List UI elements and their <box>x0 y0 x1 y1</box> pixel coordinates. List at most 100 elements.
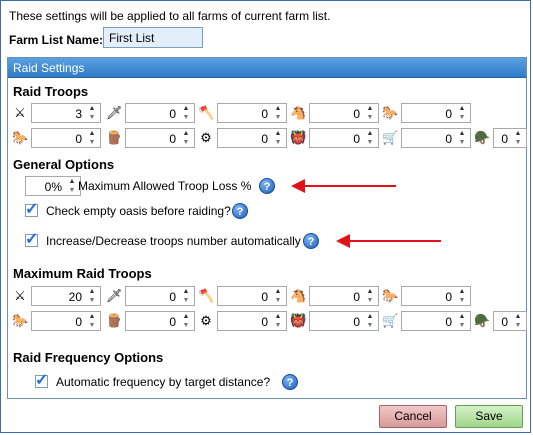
troop-count-stepper[interactable]: 0 ▲ ▼ <box>309 128 379 148</box>
troop-count-stepper[interactable]: 20 ▲ ▼ <box>31 286 101 306</box>
spin-up-icon[interactable]: ▲ <box>180 313 192 321</box>
spin-down-icon[interactable]: ▼ <box>180 297 192 305</box>
troop-count-spin[interactable]: ▲ ▼ <box>512 313 524 330</box>
spin-down-icon[interactable]: ▼ <box>272 139 284 147</box>
spin-up-icon[interactable]: ▲ <box>272 105 284 113</box>
troop-count-stepper[interactable]: 0 ▲ ▼ <box>125 311 195 331</box>
troop-count-spin[interactable]: ▲ ▼ <box>86 130 98 147</box>
troop-count-stepper[interactable]: 3 ▲ ▼ <box>31 103 101 123</box>
spin-down-icon[interactable]: ▼ <box>456 322 468 330</box>
spin-up-icon[interactable]: ▲ <box>512 130 524 138</box>
save-button[interactable]: Save <box>455 405 523 428</box>
troop-count-stepper[interactable]: 0 ▲ ▼ <box>217 103 287 123</box>
spin-down-icon[interactable]: ▼ <box>86 114 98 122</box>
troop-count-stepper[interactable]: 0 ▲ ▼ <box>401 286 471 306</box>
spin-up-icon[interactable]: ▲ <box>180 288 192 296</box>
spin-down-icon[interactable]: ▼ <box>66 187 78 195</box>
spin-up-icon[interactable]: ▲ <box>456 313 468 321</box>
troop-count-spin[interactable]: ▲ ▼ <box>272 313 284 330</box>
spin-up-icon[interactable]: ▲ <box>66 178 78 186</box>
spin-up-icon[interactable]: ▲ <box>272 288 284 296</box>
spin-up-icon[interactable]: ▲ <box>272 130 284 138</box>
troop-count-stepper[interactable]: 0 ▲ ▼ <box>125 128 195 148</box>
troop-count-spin[interactable]: ▲ ▼ <box>364 130 376 147</box>
spin-down-icon[interactable]: ▼ <box>364 297 376 305</box>
troop-count-stepper[interactable]: 0 ▲ ▼ <box>217 128 287 148</box>
troop-count-stepper[interactable]: 0 ▲ ▼ <box>125 103 195 123</box>
auto-troops-checkbox[interactable]: ✓ <box>25 231 38 248</box>
troop-count-spin[interactable]: ▲ ▼ <box>86 288 98 305</box>
spin-up-icon[interactable]: ▲ <box>272 313 284 321</box>
spin-up-icon[interactable]: ▲ <box>456 130 468 138</box>
auto-frequency-checkbox[interactable]: ✓ <box>35 372 48 389</box>
troop-count-stepper[interactable]: 0 ▲ ▼ <box>125 286 195 306</box>
troop-count-spin[interactable]: ▲ ▼ <box>180 130 192 147</box>
troop-count-spin[interactable]: ▲ ▼ <box>364 313 376 330</box>
troop-count-spin[interactable]: ▲ ▼ <box>364 105 376 122</box>
check-oasis-checkbox[interactable]: ✓ <box>25 201 38 218</box>
spin-down-icon[interactable]: ▼ <box>86 297 98 305</box>
spin-down-icon[interactable]: ▼ <box>456 139 468 147</box>
troop-loss-stepper[interactable]: 0% ▲ ▼ <box>25 176 81 196</box>
troop-count-spin[interactable]: ▲ ▼ <box>272 105 284 122</box>
spin-down-icon[interactable]: ▼ <box>272 297 284 305</box>
troop-count-spin[interactable]: ▲ ▼ <box>512 130 524 147</box>
spin-up-icon[interactable]: ▲ <box>86 130 98 138</box>
farm-list-name-input[interactable] <box>103 27 203 48</box>
cancel-button[interactable]: Cancel <box>379 405 447 428</box>
spin-up-icon[interactable]: ▲ <box>86 313 98 321</box>
spin-up-icon[interactable]: ▲ <box>512 313 524 321</box>
troop-count-stepper[interactable]: 0 ▲ ▼ <box>217 286 287 306</box>
troop-count-spin[interactable]: ▲ ▼ <box>272 130 284 147</box>
troop-loss-spin[interactable]: ▲ ▼ <box>66 178 78 195</box>
troop-count-stepper[interactable]: 0 ▲ ▼ <box>309 311 379 331</box>
spin-down-icon[interactable]: ▼ <box>86 322 98 330</box>
spin-down-icon[interactable]: ▼ <box>364 114 376 122</box>
troop-count-stepper[interactable]: 0 ▲ ▼ <box>401 311 471 331</box>
spin-down-icon[interactable]: ▼ <box>456 114 468 122</box>
troop-count-stepper[interactable]: 0 ▲ ▼ <box>493 128 527 148</box>
troop-count-stepper[interactable]: 0 ▲ ▼ <box>309 103 379 123</box>
spin-up-icon[interactable]: ▲ <box>456 105 468 113</box>
troop-count-stepper[interactable]: 0 ▲ ▼ <box>31 128 101 148</box>
troop-count-stepper[interactable]: 0 ▲ ▼ <box>401 103 471 123</box>
spin-down-icon[interactable]: ▼ <box>272 322 284 330</box>
spin-up-icon[interactable]: ▲ <box>364 130 376 138</box>
auto-troops-help-icon[interactable]: ? <box>303 233 319 249</box>
troop-count-spin[interactable]: ▲ ▼ <box>456 313 468 330</box>
troop-count-spin[interactable]: ▲ ▼ <box>456 105 468 122</box>
troop-count-spin[interactable]: ▲ ▼ <box>180 313 192 330</box>
troop-count-stepper[interactable]: 0 ▲ ▼ <box>31 311 101 331</box>
troop-count-stepper[interactable]: 0 ▲ ▼ <box>493 311 527 331</box>
troop-count-spin[interactable]: ▲ ▼ <box>456 130 468 147</box>
troop-loss-help-icon[interactable]: ? <box>259 178 275 194</box>
spin-up-icon[interactable]: ▲ <box>364 105 376 113</box>
spin-down-icon[interactable]: ▼ <box>86 139 98 147</box>
spin-down-icon[interactable]: ▼ <box>512 139 524 147</box>
spin-up-icon[interactable]: ▲ <box>86 288 98 296</box>
spin-up-icon[interactable]: ▲ <box>86 105 98 113</box>
check-oasis-help-icon[interactable]: ? <box>232 203 248 219</box>
spin-up-icon[interactable]: ▲ <box>364 313 376 321</box>
spin-up-icon[interactable]: ▲ <box>456 288 468 296</box>
spin-down-icon[interactable]: ▼ <box>272 114 284 122</box>
troop-count-spin[interactable]: ▲ ▼ <box>86 313 98 330</box>
troop-count-stepper[interactable]: 0 ▲ ▼ <box>401 128 471 148</box>
troop-count-spin[interactable]: ▲ ▼ <box>272 288 284 305</box>
spin-up-icon[interactable]: ▲ <box>364 288 376 296</box>
troop-count-spin[interactable]: ▲ ▼ <box>456 288 468 305</box>
troop-count-stepper[interactable]: 0 ▲ ▼ <box>309 286 379 306</box>
spin-down-icon[interactable]: ▼ <box>180 322 192 330</box>
auto-frequency-help-icon[interactable]: ? <box>282 374 298 390</box>
spin-up-icon[interactable]: ▲ <box>180 105 192 113</box>
troop-count-spin[interactable]: ▲ ▼ <box>364 288 376 305</box>
spin-up-icon[interactable]: ▲ <box>180 130 192 138</box>
troop-count-stepper[interactable]: 0 ▲ ▼ <box>217 311 287 331</box>
spin-down-icon[interactable]: ▼ <box>180 114 192 122</box>
troop-count-spin[interactable]: ▲ ▼ <box>86 105 98 122</box>
spin-down-icon[interactable]: ▼ <box>364 322 376 330</box>
spin-down-icon[interactable]: ▼ <box>456 297 468 305</box>
spin-down-icon[interactable]: ▼ <box>180 139 192 147</box>
spin-down-icon[interactable]: ▼ <box>512 322 524 330</box>
troop-count-spin[interactable]: ▲ ▼ <box>180 288 192 305</box>
